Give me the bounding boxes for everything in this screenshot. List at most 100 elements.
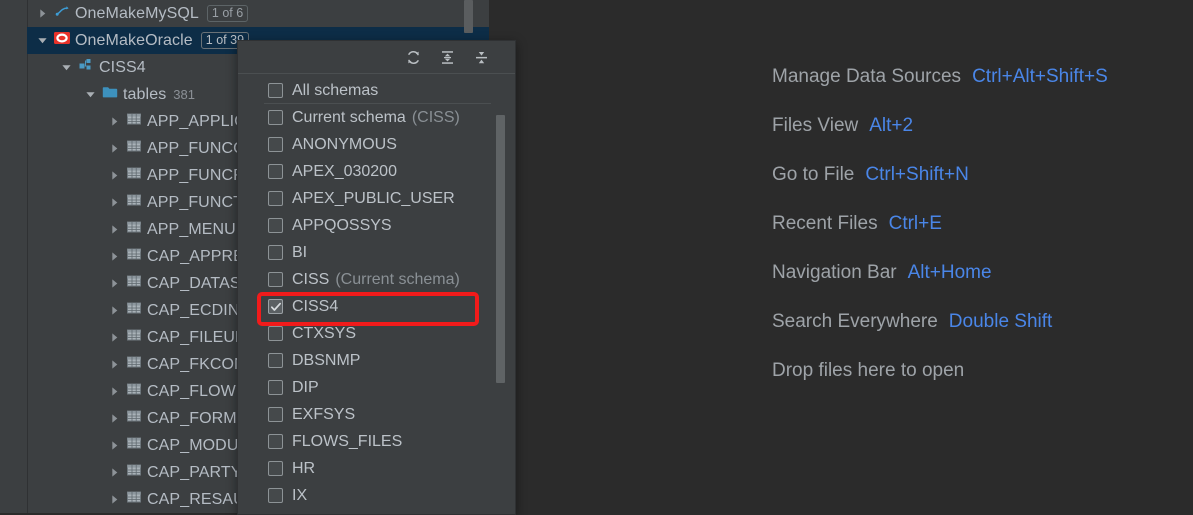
tree-item-onemakemysql[interactable]: OneMakeMySQL 1 of 6 bbox=[27, 0, 489, 27]
schema-label: DBSNMP bbox=[292, 351, 361, 369]
oracle-datasource-icon bbox=[53, 30, 71, 51]
hint-shortcut: Alt+2 bbox=[869, 114, 914, 136]
tree-scrollbar-thumb[interactable] bbox=[464, 0, 473, 33]
schema-option-current-schema[interactable]: Current schema (CISS) bbox=[238, 104, 515, 131]
checkbox-icon[interactable] bbox=[268, 110, 283, 125]
chevron-right-icon[interactable] bbox=[105, 332, 123, 343]
hint-search-everywhere[interactable]: Search Everywhere Double Shift bbox=[772, 297, 1192, 346]
chevron-right-icon[interactable] bbox=[105, 359, 123, 370]
hint-label: Drop files here to open bbox=[772, 359, 965, 381]
table-icon bbox=[126, 139, 142, 158]
chevron-right-icon[interactable] bbox=[105, 467, 123, 478]
tree-item-label: CAP_PARTY bbox=[147, 463, 242, 481]
hint-label: Search Everywhere bbox=[772, 310, 938, 332]
checkbox-icon[interactable] bbox=[268, 488, 283, 503]
table-icon-slot bbox=[123, 139, 145, 158]
checkbox-icon[interactable] bbox=[268, 353, 283, 368]
checkbox-checked-icon[interactable] bbox=[268, 299, 283, 314]
chevron-down-icon[interactable] bbox=[57, 62, 75, 73]
checkbox-icon[interactable] bbox=[268, 434, 283, 449]
tree-item-label: CISS4 bbox=[99, 58, 146, 76]
chevron-right-icon[interactable] bbox=[105, 143, 123, 154]
tree-item-label: CAP_FKCON bbox=[147, 355, 246, 373]
schema-option-ctxsys[interactable]: CTXSYS bbox=[238, 320, 515, 347]
schema-option-ciss4[interactable]: CISS4 bbox=[238, 293, 515, 320]
schema-option-apex-030200[interactable]: APEX_030200 bbox=[238, 158, 515, 185]
schema-list-scrollbar-thumb[interactable] bbox=[496, 115, 505, 383]
chevron-right-icon[interactable] bbox=[105, 494, 123, 505]
chevron-right-icon[interactable] bbox=[105, 305, 123, 316]
schema-option-exfsys[interactable]: EXFSYS bbox=[238, 401, 515, 428]
chevron-down-icon[interactable] bbox=[33, 35, 51, 46]
chevron-right-icon[interactable] bbox=[105, 116, 123, 127]
schema-label: EXFSYS bbox=[292, 405, 356, 423]
schema-option-bi[interactable]: BI bbox=[238, 239, 515, 266]
schema-label: FLOWS_FILES bbox=[292, 432, 403, 450]
checkbox-icon[interactable] bbox=[268, 407, 283, 422]
refresh-icon[interactable] bbox=[403, 47, 423, 67]
schema-option-ciss[interactable]: CISS (Current schema) bbox=[238, 266, 515, 293]
hint-manage-data-sources[interactable]: Manage Data Sources Ctrl+Alt+Shift+S bbox=[772, 52, 1192, 101]
oracle-datasource-icon-slot bbox=[51, 30, 73, 51]
schema-option-all-schemas[interactable]: All schemas bbox=[238, 77, 515, 104]
tree-item-label: CAP_DATAS bbox=[147, 274, 241, 292]
tree-item-label: CAP_APPRE bbox=[147, 247, 244, 265]
checkbox-icon[interactable] bbox=[268, 218, 283, 233]
table-icon-slot bbox=[123, 436, 145, 455]
schema-option-dbsnmp[interactable]: DBSNMP bbox=[238, 347, 515, 374]
table-icon-slot bbox=[123, 490, 145, 509]
table-icon bbox=[126, 247, 142, 266]
hint-go-to-file[interactable]: Go to File Ctrl+Shift+N bbox=[772, 150, 1192, 199]
checkbox-icon[interactable] bbox=[268, 137, 283, 152]
tree-item-label: APP_MENU bbox=[147, 220, 236, 238]
hint-recent-files[interactable]: Recent Files Ctrl+E bbox=[772, 199, 1192, 248]
chevron-right-icon[interactable] bbox=[105, 278, 123, 289]
schema-option-hr[interactable]: HR bbox=[238, 455, 515, 482]
schema-chooser-popup: All schemas Current schema (CISS) ANONYMOUS… bbox=[237, 40, 516, 515]
hint-label: Manage Data Sources bbox=[772, 65, 962, 87]
checkbox-icon[interactable] bbox=[268, 380, 283, 395]
table-icon bbox=[126, 463, 142, 482]
hint-shortcut: Ctrl+E bbox=[888, 212, 942, 234]
checkbox-icon[interactable] bbox=[268, 245, 283, 260]
schema-list-scrollbar[interactable] bbox=[496, 77, 510, 511]
chevron-right-icon[interactable] bbox=[105, 413, 123, 424]
schema-option-ix[interactable]: IX bbox=[238, 482, 515, 509]
checkbox-icon[interactable] bbox=[268, 164, 283, 179]
schema-option-flows-files[interactable]: FLOWS_FILES bbox=[238, 428, 515, 455]
collapse-all-icon[interactable] bbox=[471, 47, 491, 67]
chevron-right-icon[interactable] bbox=[105, 170, 123, 181]
checkbox-icon[interactable] bbox=[268, 272, 283, 287]
hint-shortcut: Double Shift bbox=[948, 310, 1053, 332]
chevron-right-icon[interactable] bbox=[33, 8, 51, 19]
chevron-right-icon[interactable] bbox=[105, 440, 123, 451]
table-icon-slot bbox=[123, 220, 145, 239]
tree-gutter bbox=[0, 0, 28, 513]
schema-label-suffix: (Current schema) bbox=[335, 270, 460, 288]
checkbox-icon[interactable] bbox=[268, 326, 283, 341]
hint-label: Navigation Bar bbox=[772, 261, 897, 283]
tree-item-label: CAP_FORM bbox=[147, 409, 237, 427]
schema-option-apex-public-user[interactable]: APEX_PUBLIC_USER bbox=[238, 185, 515, 212]
shortcut-hints-panel: Manage Data Sources Ctrl+Alt+Shift+S Files… bbox=[772, 52, 1192, 395]
checkbox-icon[interactable] bbox=[268, 461, 283, 476]
schema-option-dip[interactable]: DIP bbox=[238, 374, 515, 401]
schema-label: APEX_030200 bbox=[292, 162, 397, 180]
hint-navigation-bar[interactable]: Navigation Bar Alt+Home bbox=[772, 248, 1192, 297]
hint-files-view[interactable]: Files View Alt+2 bbox=[772, 101, 1192, 150]
table-icon-slot bbox=[123, 382, 145, 401]
checkbox-icon[interactable] bbox=[268, 83, 283, 98]
chevron-right-icon[interactable] bbox=[105, 251, 123, 262]
schema-option-anonymous[interactable]: ANONYMOUS bbox=[238, 131, 515, 158]
chevron-down-icon[interactable] bbox=[81, 89, 99, 100]
checkbox-icon[interactable] bbox=[268, 191, 283, 206]
chevron-right-icon[interactable] bbox=[105, 197, 123, 208]
chevron-right-icon[interactable] bbox=[105, 386, 123, 397]
schema-label: CTXSYS bbox=[292, 324, 357, 342]
table-icon bbox=[126, 382, 142, 401]
expand-all-icon[interactable] bbox=[437, 47, 457, 67]
table-icon-slot bbox=[123, 193, 145, 212]
chevron-right-icon[interactable] bbox=[105, 224, 123, 235]
tree-item-label: APP_FUNCT bbox=[147, 193, 244, 211]
schema-option-appqossys[interactable]: APPQOSSYS bbox=[238, 212, 515, 239]
